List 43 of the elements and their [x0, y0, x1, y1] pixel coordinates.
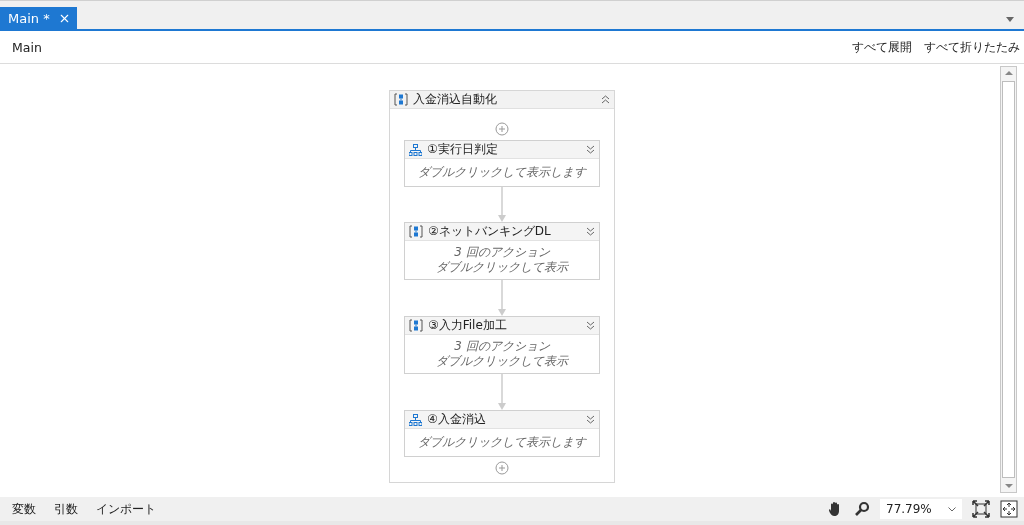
activity-card[interactable]: ②ネットバンキングDL 3 回のアクション ダブルクリックして表示 — [404, 222, 600, 280]
document-tab[interactable]: Main * — [0, 7, 77, 29]
activity-card[interactable]: ④入金消込 ダブルクリックして表示します — [404, 410, 600, 457]
expand-icon[interactable] — [586, 145, 595, 154]
header-link[interactable]: すべて展開 — [852, 38, 912, 56]
panel-tab[interactable]: 引数 — [54, 500, 78, 518]
panel-tab[interactable]: 変数 — [12, 500, 36, 518]
expand-icon[interactable] — [586, 321, 595, 330]
panel-tab[interactable]: インポート — [96, 500, 156, 518]
activity-card[interactable]: ①実行日判定 ダブルクリックして表示します — [404, 140, 600, 187]
zoom-dropdown[interactable]: 77.79% — [880, 499, 962, 519]
flowchart-icon — [409, 413, 422, 426]
activity-title: ②ネットバンキングDL — [428, 223, 552, 240]
activity-hint: ダブルクリックして表示 — [436, 354, 568, 368]
activity-hint: ダブルクリックして表示 — [436, 260, 568, 274]
activity-hint: ダブルクリックして表示します — [418, 435, 586, 449]
breadcrumb[interactable]: Main — [12, 39, 42, 55]
activity-hint: 3 回のアクション — [454, 339, 550, 353]
sequence-icon — [409, 225, 423, 238]
activity-hint: ダブルクリックして表示します — [418, 165, 586, 179]
expand-icon[interactable] — [586, 415, 595, 424]
connector-arrow — [498, 187, 506, 222]
caret-icon[interactable] — [948, 506, 956, 512]
sequence-container[interactable]: 入金消込自動化 ①実行日判定 ダブルクリックして表示します ②ネットバンキングDL 3 回のアクション ダブルクリックして表示 ③入力File加工 3 回のアクション ダブルクリックして表示 ④入金消込 ダブルクリックして表示します — [389, 90, 615, 483]
activity-title: ①実行日判定 — [427, 141, 499, 158]
search-icon[interactable] — [854, 501, 870, 517]
activity-title: ④入金消込 — [427, 411, 487, 428]
collapse-icon[interactable] — [601, 95, 610, 104]
scrollbar[interactable] — [1000, 66, 1017, 493]
connector-arrow — [498, 280, 506, 316]
sequence-icon — [409, 319, 423, 332]
header-link[interactable]: すべて折りたたみ — [924, 38, 1020, 56]
sequence-icon — [394, 93, 408, 106]
activity-card[interactable]: ③入力File加工 3 回のアクション ダブルクリックして表示 — [404, 316, 600, 374]
expand-icon[interactable] — [586, 227, 595, 236]
activity-title: ③入力File加工 — [428, 317, 508, 334]
connector-arrow — [498, 374, 506, 410]
fit-screen-icon[interactable] — [972, 500, 990, 518]
overview-icon[interactable] — [1000, 500, 1018, 518]
dropdown-icon[interactable] — [1006, 17, 1014, 22]
activity-hint: 3 回のアクション — [454, 245, 550, 259]
sequence-title: 入金消込自動化 — [413, 91, 498, 108]
flowchart-icon — [409, 143, 422, 156]
